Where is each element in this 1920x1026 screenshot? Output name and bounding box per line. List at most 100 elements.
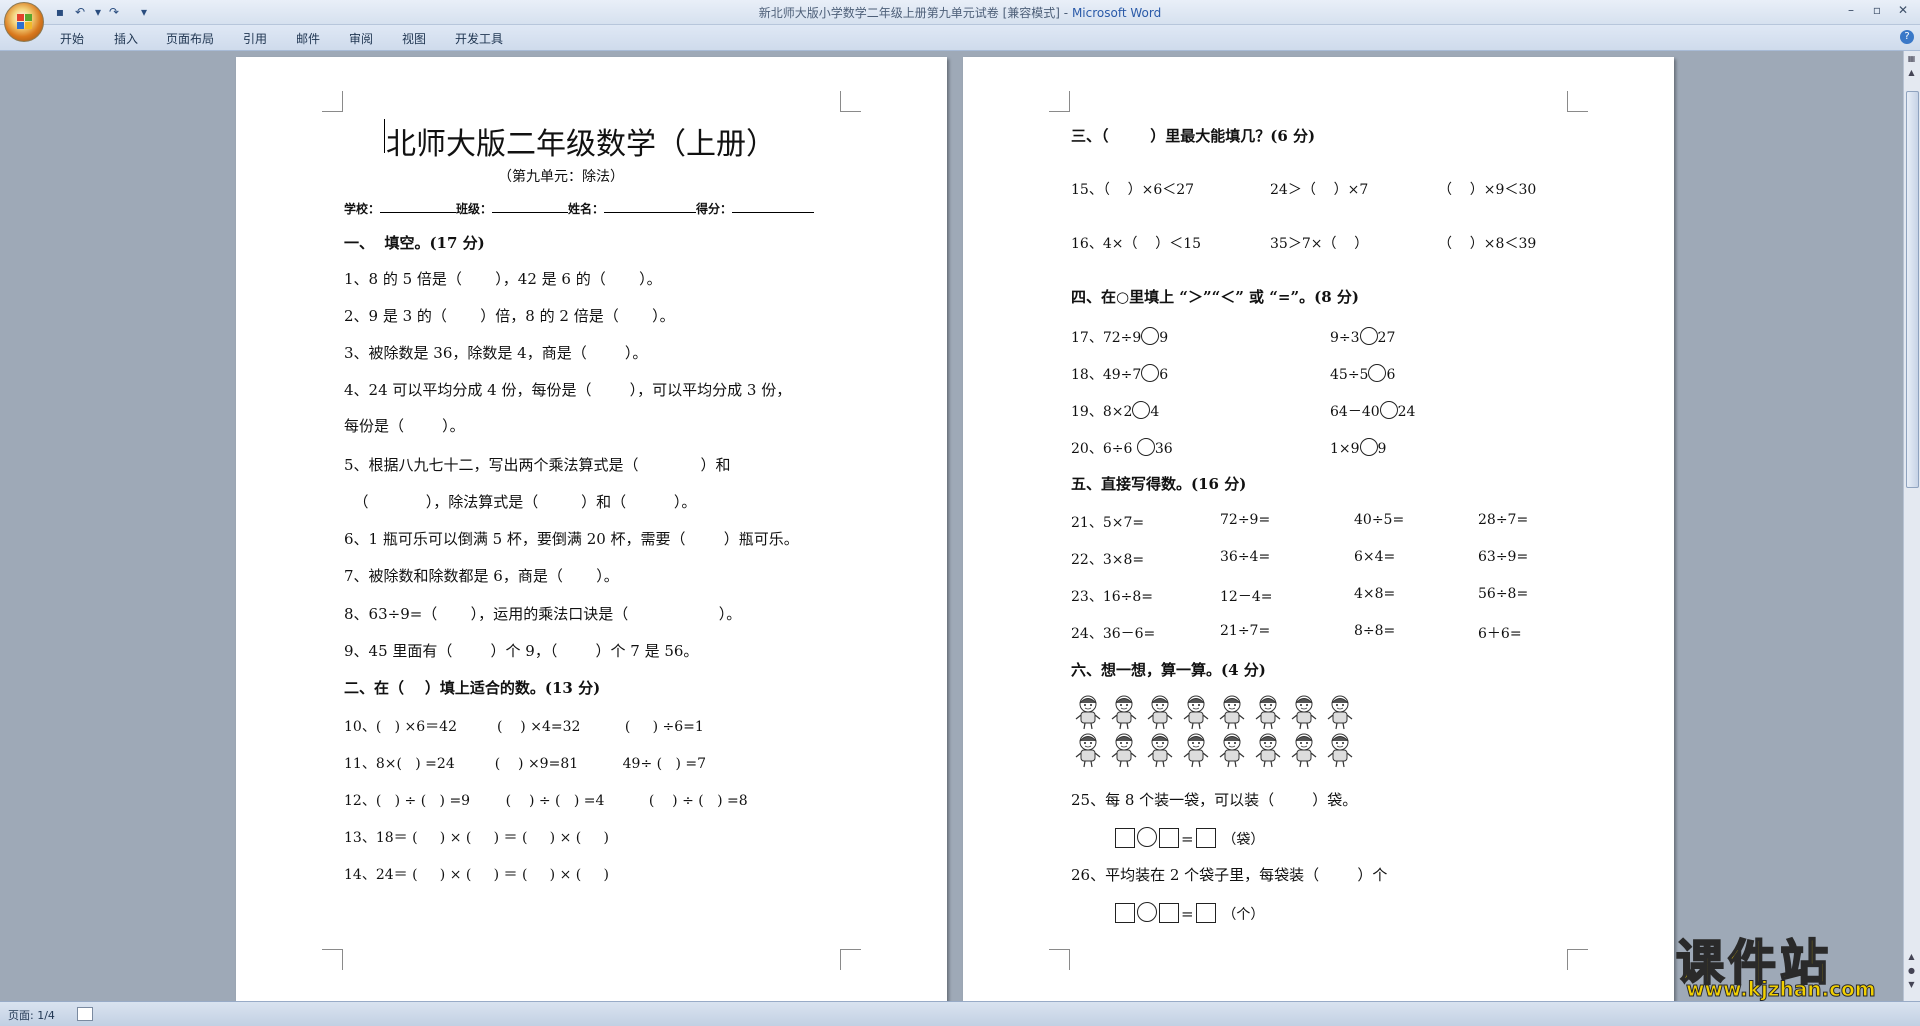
close-button[interactable]: ✕ (1892, 2, 1914, 18)
child-figure (1219, 733, 1245, 768)
section-2-heading: 二、在（ ）填上适合的数。(13 分) (344, 679, 601, 697)
section-1-heading: 一、 填空。(17 分) (344, 234, 485, 252)
child-figure (1183, 733, 1209, 768)
child-figure (1147, 695, 1173, 730)
question-22d: 63÷9= (1478, 549, 1529, 565)
question-23d: 56÷8= (1478, 586, 1529, 602)
tab-mailings[interactable]: 邮件 (296, 30, 320, 47)
question-21b: 72÷9= (1220, 512, 1271, 528)
question-18a: 18、49÷7 6 (1071, 364, 1168, 384)
crop-mark (1049, 91, 1070, 112)
question-4: 4、24 可以平均分成 4 份，每份是（ ），可以平均分成 3 份， (344, 381, 792, 399)
question-21d: 28÷7= (1478, 512, 1529, 528)
tab-page-layout[interactable]: 页面布局 (166, 30, 214, 47)
tab-references[interactable]: 引用 (243, 30, 267, 47)
office-button[interactable] (4, 2, 44, 42)
page-indicator[interactable]: 页面: 1/4 (8, 1007, 55, 1023)
crop-mark (322, 949, 343, 970)
help-icon[interactable]: ? (1900, 30, 1914, 44)
question-24b: 21÷7= (1220, 623, 1271, 639)
question-16a: 16、4×（ ）＜15 (1071, 236, 1202, 252)
crop-mark (1567, 949, 1588, 970)
question-8: 8、63÷9=（ ），运用的乘法口诀是（ ）。 (344, 605, 742, 623)
crop-mark (1567, 91, 1588, 112)
crop-mark (840, 91, 861, 112)
child-figure (1255, 733, 1281, 768)
crop-mark (1049, 949, 1070, 970)
section-5-heading: 五、直接写得数。(16 分) (1071, 475, 1247, 493)
question-15b: 24＞（ ）×7 (1270, 182, 1369, 198)
question-11: 11、8×( ) =24 ( ) ×9=81 49÷ ( ) =7 (344, 756, 706, 772)
question-21c: 40÷5= (1354, 512, 1405, 528)
vertical-scrollbar[interactable]: ▦ ▲ ▲ ● ▼ (1903, 51, 1920, 1001)
tab-developer[interactable]: 开发工具 (455, 30, 503, 47)
browse-object-icon[interactable]: ● (1906, 965, 1917, 977)
child-figure (1327, 733, 1353, 768)
crop-mark (840, 949, 861, 970)
document-area[interactable]: 北师大版二年级数学（上册） （第九单元：除法） 学校： 班级： 姓名： 得分： 一、 … (0, 51, 1904, 1001)
question-18b: 45÷5 6 (1330, 364, 1395, 383)
question-6: 6、1 瓶可乐可以倒满 5 杯，要倒满 20 杯，需要（ ）瓶可乐。 (344, 530, 799, 548)
minimize-button[interactable]: – (1840, 2, 1862, 18)
question-25: 25、每 8 个装一袋，可以装（ ）袋。 (1071, 791, 1358, 809)
question-23a: 23、16÷8= (1071, 589, 1153, 605)
question-4-cont: 每份是（ ）。 (344, 417, 465, 435)
question-3: 3、被除数是 36，除数是 4，商是（ ）。 (344, 344, 648, 362)
scroll-thumb[interactable] (1906, 91, 1919, 488)
question-22a: 22、3×8= (1071, 552, 1145, 568)
question-19a: 19、8×2 4 (1071, 401, 1159, 421)
child-figure (1327, 695, 1353, 730)
question-5-cont: （ ），除法算式是（ ）和（ ）。 (344, 493, 697, 511)
scroll-up-icon[interactable]: ▲ (1906, 67, 1917, 79)
answer-boxes-26: = （个） (1113, 902, 1264, 924)
question-21a: 21、5×7= (1071, 515, 1145, 531)
maximize-button[interactable]: ▫ (1866, 2, 1888, 18)
children-illustration (1073, 694, 1363, 774)
exam-title: 北师大版二年级数学（上册） (386, 127, 776, 162)
next-page-icon[interactable]: ▼ (1906, 979, 1917, 991)
question-24a: 24、36－6= (1071, 626, 1156, 642)
window-title: 新北师大版小学数学二年级上册第九单元试卷 [兼容模式] - Microsoft … (758, 6, 1162, 20)
section-6-heading: 六、想一想，算一算。(4 分) (1071, 661, 1266, 679)
page-1[interactable]: 北师大版二年级数学（上册） （第九单元：除法） 学校： 班级： 姓名： 得分： 一、 … (236, 57, 947, 1001)
question-9: 9、45 里面有（ ）个 9，（ ）个 7 是 56。 (344, 642, 699, 660)
tab-insert[interactable]: 插入 (114, 30, 138, 47)
child-figure (1075, 733, 1101, 768)
crop-mark (322, 91, 343, 112)
page-2[interactable]: 三、（ ）里最大能填几？(6 分) 15、（ ）×6＜27 24＞（ ）×7 （… (963, 57, 1674, 1001)
question-16c: （ ）×8＜39 (1438, 236, 1537, 252)
tab-view[interactable]: 视图 (402, 30, 426, 47)
question-23c: 4×8= (1354, 586, 1396, 602)
question-10: 10、( ) ×6＝42 ( ) ×4=32 ( ) ÷6=1 (344, 719, 704, 735)
child-figure (1111, 695, 1137, 730)
prev-page-icon[interactable]: ▲ (1906, 951, 1917, 963)
question-22b: 36÷4= (1220, 549, 1271, 565)
child-figure (1147, 733, 1173, 768)
question-15c: （ ）×9＜30 (1438, 182, 1537, 198)
child-figure (1255, 695, 1281, 730)
child-figure (1219, 695, 1245, 730)
ribbon-tabs: 开始 插入 页面布局 引用 邮件 审阅 视图 开发工具 ? (0, 25, 1920, 51)
answer-boxes-25: = （袋） (1113, 827, 1264, 849)
question-5: 5、根据八九七十二，写出两个乘法算式是（ ）和 (344, 456, 731, 474)
child-figure (1111, 733, 1137, 768)
status-bar: 页面: 1/4 (0, 1001, 1920, 1026)
question-24c: 8÷8= (1354, 623, 1396, 639)
tab-home[interactable]: 开始 (60, 30, 84, 47)
child-figure (1291, 733, 1317, 768)
spelling-check-icon[interactable] (77, 1007, 93, 1021)
question-13: 13、18＝ ( ) × ( ) ＝ ( ) × ( ) (344, 830, 609, 846)
question-2: 2、9 是 3 的（ ）倍，8 的 2 倍是（ ）。 (344, 307, 675, 325)
section-3-heading: 三、（ ）里最大能填几？(6 分) (1071, 127, 1316, 145)
question-12: 12、( ) ÷ ( ) =9 ( ) ÷ ( ) =4 ( ) ÷ ( ) =… (344, 793, 748, 809)
exam-subtitle: （第九单元：除法） (498, 169, 624, 185)
section-4-heading: 四、在○里填上 “＞”“＜” 或 “=”。(8 分) (1071, 288, 1359, 306)
child-figure (1291, 695, 1317, 730)
question-1: 1、8 的 5 倍是（ ），42 是 6 的（ ）。 (344, 270, 662, 288)
title-bar: ▪ ↶ ▾ ↷ ▾ 新北师大版小学数学二年级上册第九单元试卷 [兼容模式] - … (0, 0, 1920, 25)
question-15a: 15、（ ）×6＜27 (1071, 182, 1195, 198)
ruler-toggle-icon[interactable]: ▦ (1906, 53, 1917, 65)
watermark-logo: 课件站 www.kjzhan.com (1675, 923, 1900, 1002)
tab-review[interactable]: 审阅 (349, 30, 373, 47)
question-20b: 1×9 9 (1330, 438, 1386, 457)
